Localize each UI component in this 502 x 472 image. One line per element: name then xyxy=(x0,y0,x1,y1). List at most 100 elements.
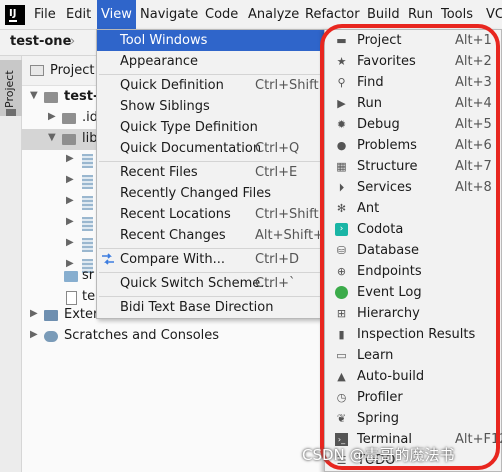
warning-circle-icon: ● xyxy=(336,139,347,152)
intellij-logo-icon: IJ xyxy=(5,5,25,25)
menu-item-recent-locations[interactable]: Recent Locations Ctrl+Shift+E xyxy=(97,204,338,225)
menu-item-quick-documentation[interactable]: Quick Documentation Ctrl+Q xyxy=(97,138,331,159)
menu-tools[interactable]: Tools xyxy=(437,0,477,30)
chevron-right-icon[interactable]: ▶ xyxy=(66,195,74,206)
menu-item-recent-changes[interactable]: Recent Changes Alt+Shift+C xyxy=(97,225,333,246)
inspection-icon: ▮ xyxy=(338,328,345,341)
tree-label: sr xyxy=(82,268,95,283)
tool-window-learn[interactable]: ▭ Learn xyxy=(325,345,501,366)
breadcrumb-separator: › xyxy=(70,34,76,49)
tool-window-favorites[interactable]: ★ Favorites Alt+2 xyxy=(325,51,501,72)
tool-window-event-log[interactable]: Event Log xyxy=(325,282,501,303)
menu-item-show-siblings[interactable]: Show Siblings xyxy=(97,96,331,117)
menu-refactor[interactable]: Refactor xyxy=(301,0,364,30)
menu-view[interactable]: View xyxy=(97,0,136,30)
jar-icon xyxy=(82,175,93,189)
chevron-down-icon[interactable]: ▼ xyxy=(30,90,38,101)
chevron-right-icon[interactable]: ▶ xyxy=(66,153,74,164)
tool-window-services[interactable]: ⏵ Services Alt+8 xyxy=(325,177,501,198)
jar-icon xyxy=(82,238,93,252)
watermark: CSDN @毒哥的魔法书 xyxy=(302,446,455,464)
folder-icon xyxy=(44,92,58,103)
tool-window-problems[interactable]: ● Problems Alt+6 xyxy=(325,135,501,156)
menu-edit[interactable]: Edit xyxy=(62,0,95,30)
event-log-icon xyxy=(335,286,348,299)
folder-icon xyxy=(62,134,76,145)
tool-window-auto-build[interactable]: ▲ Auto-build xyxy=(325,366,501,387)
tool-window-ant[interactable]: ✻ Ant xyxy=(325,198,501,219)
folder-icon xyxy=(6,109,16,116)
tool-window-run[interactable]: ▶ Run Alt+4 xyxy=(325,93,501,114)
jar-icon xyxy=(82,196,93,210)
learn-icon: ▭ xyxy=(336,349,347,362)
project-view-icon xyxy=(30,65,44,76)
menu-item-compare-with[interactable]: Compare With... Ctrl+D xyxy=(97,249,331,270)
chevron-right-icon[interactable]: ▶ xyxy=(48,111,56,122)
tool-window-project[interactable]: ▬ Project Alt+1 xyxy=(325,30,501,51)
project-stripe-label: Project xyxy=(3,70,16,108)
chevron-right-icon[interactable]: ▶ xyxy=(66,237,74,248)
chevron-right-icon[interactable]: ▶ xyxy=(30,329,38,340)
tool-window-spring[interactable]: ❦ Spring xyxy=(325,408,501,429)
tool-window-hierarchy[interactable]: ⊞ Hierarchy xyxy=(325,303,501,324)
jar-icon xyxy=(82,154,93,168)
services-icon: ⏵ xyxy=(338,181,345,194)
compare-arrows-icon xyxy=(102,253,114,265)
tool-window-stripe: Project xyxy=(0,56,22,472)
menu-item-quick-definition[interactable]: Quick Definition Ctrl+Shift+I xyxy=(97,75,333,96)
menu-item-recent-files[interactable]: Recent Files Ctrl+E xyxy=(97,162,331,183)
project-stripe-tab[interactable]: Project xyxy=(0,60,22,116)
menu-item-recently-changed-files[interactable]: Recently Changed Files xyxy=(97,183,331,204)
bug-icon: ✹ xyxy=(336,118,347,131)
file-icon xyxy=(66,291,77,305)
menu-build[interactable]: Build xyxy=(363,0,404,30)
project-panel-title[interactable]: Project xyxy=(50,63,94,78)
endpoints-icon: ⊕ xyxy=(336,265,347,278)
folder-icon: ▬ xyxy=(336,34,347,47)
menu-item-bidi-text-base-direction[interactable]: Bidi Text Base Direction › xyxy=(97,297,331,318)
codota-icon: › xyxy=(335,223,348,236)
search-icon: ⚲ xyxy=(337,76,346,89)
folder-icon xyxy=(62,113,76,124)
library-icon xyxy=(44,310,58,321)
profiler-icon: ◷ xyxy=(336,391,347,404)
tree-label: te xyxy=(82,289,96,304)
menu-item-tool-windows[interactable]: Tool Windows › xyxy=(97,30,331,51)
auto-build-icon: ▲ xyxy=(337,370,346,383)
tool-window-codota[interactable]: › Codota xyxy=(325,219,501,240)
menu-bar: IJ File Edit View Navigate Code Analyze … xyxy=(0,0,502,30)
database-icon: ⛁ xyxy=(336,244,347,257)
tool-window-profiler[interactable]: ◷ Profiler xyxy=(325,387,501,408)
source-folder-icon xyxy=(64,271,78,282)
chevron-right-icon[interactable]: ▶ xyxy=(66,216,74,227)
view-menu-dropdown: Tool Windows › Appearance › Quick Defini… xyxy=(96,29,338,319)
chevron-right-icon[interactable]: ▶ xyxy=(66,174,74,185)
tool-window-endpoints[interactable]: ⊕ Endpoints xyxy=(325,261,501,282)
tree-label: Scratches and Consoles xyxy=(64,328,220,343)
breadcrumb-project[interactable]: test-one xyxy=(10,34,71,49)
ant-icon: ✻ xyxy=(336,202,347,215)
menu-file[interactable]: File xyxy=(30,0,60,30)
tool-window-structure[interactable]: ▦ Structure Alt+7 xyxy=(325,156,501,177)
tool-window-find[interactable]: ⚲ Find Alt+3 xyxy=(325,72,501,93)
menu-vcs[interactable]: VC xyxy=(482,0,502,30)
jar-icon xyxy=(82,217,93,231)
menu-item-quick-type-definition[interactable]: Quick Type Definition xyxy=(97,117,331,138)
structure-icon: ▦ xyxy=(336,160,347,173)
scratches-icon xyxy=(44,331,58,342)
spring-icon: ❦ xyxy=(336,412,347,425)
tool-window-inspection-results[interactable]: ▮ Inspection Results xyxy=(325,324,501,345)
chevron-right-icon[interactable]: ▶ xyxy=(30,308,38,319)
menu-code[interactable]: Code xyxy=(201,0,242,30)
menu-navigate[interactable]: Navigate xyxy=(136,0,202,30)
tool-window-debug[interactable]: ✹ Debug Alt+5 xyxy=(325,114,501,135)
chevron-down-icon[interactable]: ▼ xyxy=(48,132,56,143)
hierarchy-icon: ⊞ xyxy=(336,307,347,320)
menu-analyze[interactable]: Analyze xyxy=(244,0,303,30)
menu-item-quick-switch-scheme[interactable]: Quick Switch Scheme... Ctrl+` xyxy=(97,273,331,294)
menu-run[interactable]: Run xyxy=(404,0,437,30)
star-icon: ★ xyxy=(336,55,347,68)
menu-item-appearance[interactable]: Appearance › xyxy=(97,51,331,72)
play-icon: ▶ xyxy=(337,97,346,110)
tool-window-database[interactable]: ⛁ Database xyxy=(325,240,501,261)
